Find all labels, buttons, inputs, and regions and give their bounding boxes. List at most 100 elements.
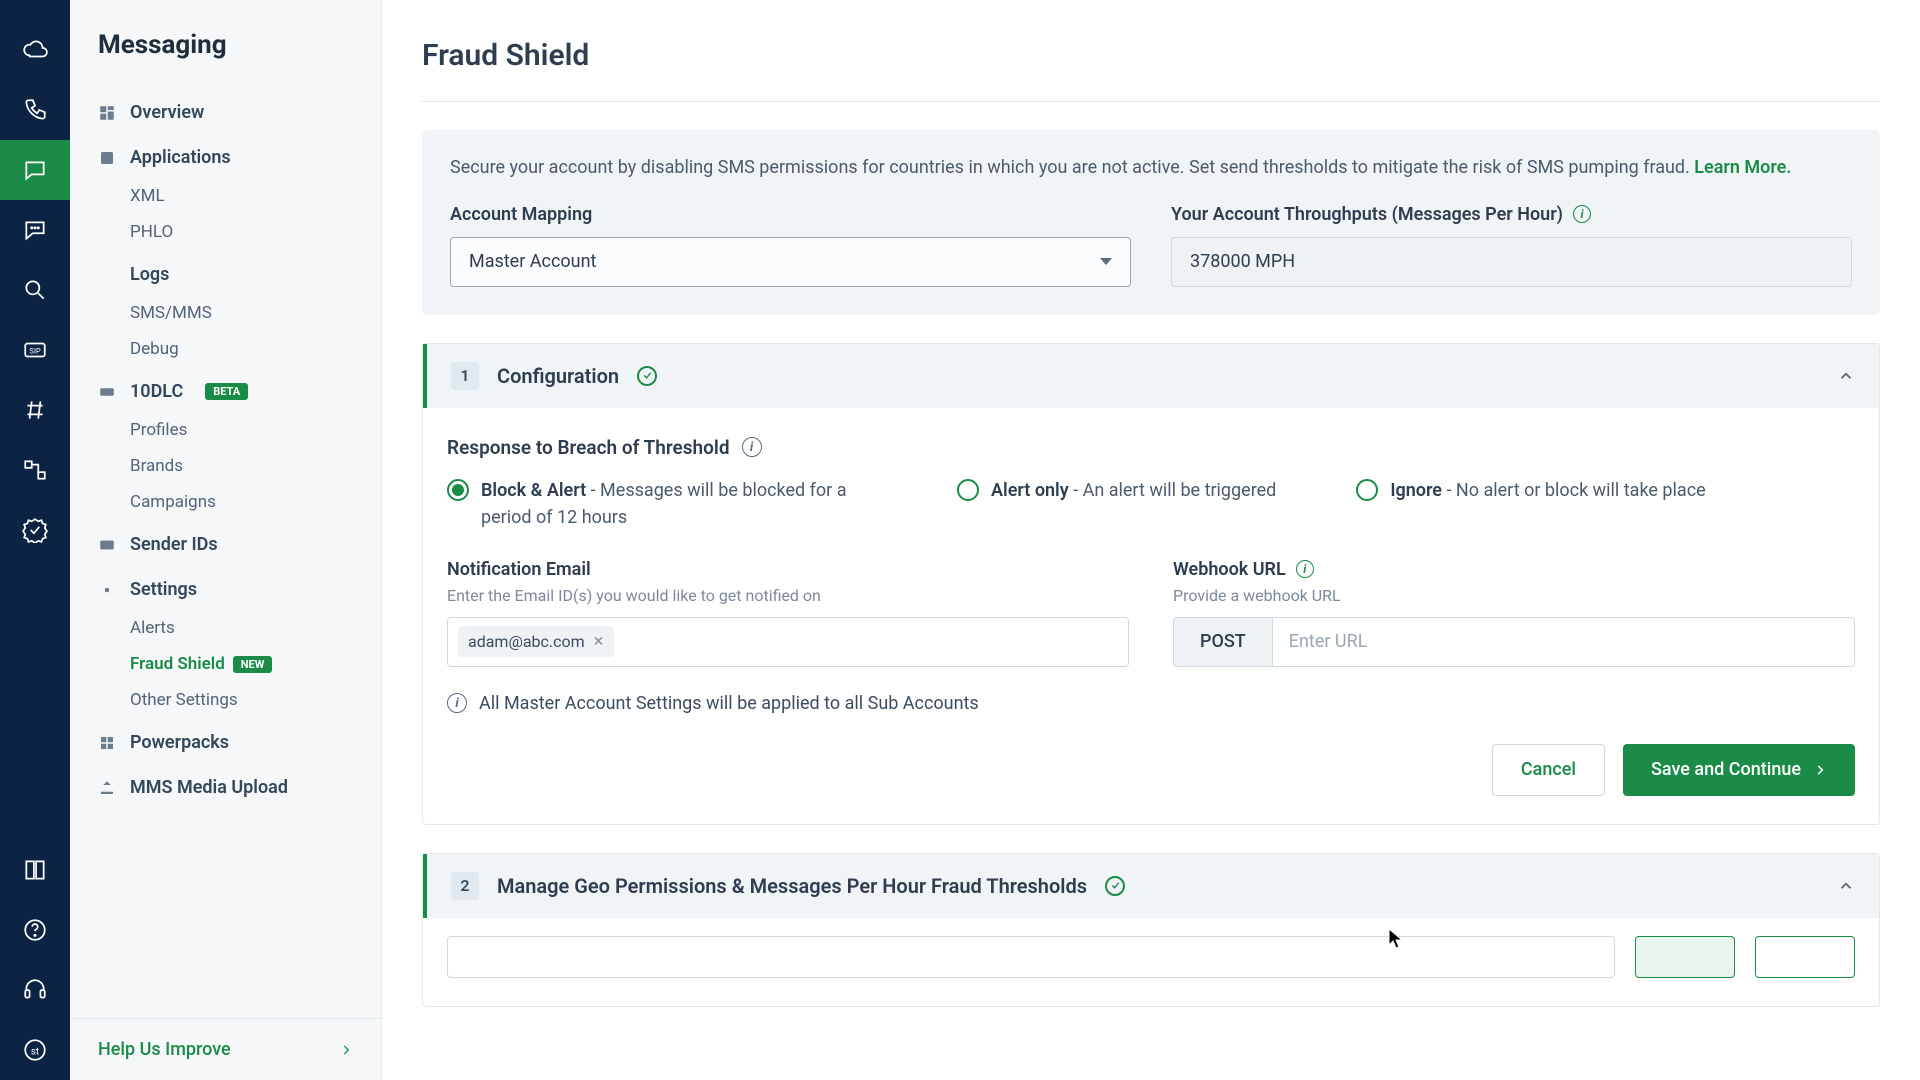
radio-alert-only[interactable]: Alert only - An alert will be triggered <box>957 477 1276 531</box>
remove-tag-icon[interactable]: ✕ <box>593 634 605 650</box>
throughput-label: Your Account Throughputs (Messages Per H… <box>1171 204 1852 225</box>
radio-circle-icon <box>1356 479 1378 501</box>
chevron-up-icon <box>1837 877 1855 895</box>
group-icon <box>98 149 116 167</box>
notification-email-input[interactable]: adam@abc.com✕ <box>447 617 1129 667</box>
sidebar-item-debug[interactable]: Debug <box>70 331 381 367</box>
rail-docs-icon[interactable] <box>0 840 70 900</box>
geo-action-button[interactable] <box>1755 936 1855 978</box>
radio-circle-icon <box>957 479 979 501</box>
icon-rail: SIP st <box>0 0 70 1080</box>
svg-text:SIP: SIP <box>29 346 41 355</box>
account-mapping-label: Account Mapping <box>450 204 1131 225</box>
svg-text:123: 123 <box>103 390 112 396</box>
webhook-method[interactable]: POST <box>1174 618 1273 666</box>
rail-phone-icon[interactable] <box>0 80 70 140</box>
rail-status-icon[interactable]: st <box>0 1020 70 1080</box>
sidebar-group-applications[interactable]: Applications <box>70 133 381 178</box>
intro-card: Secure your account by disabling SMS per… <box>422 130 1880 315</box>
section-geo-header[interactable]: 2 Manage Geo Permissions & Messages Per … <box>423 854 1879 918</box>
info-icon[interactable]: i <box>1573 205 1591 223</box>
sidebar-group-logs[interactable]: Logs <box>70 250 381 295</box>
sidebar-item-sms-mms[interactable]: SMS/MMS <box>70 295 381 331</box>
radio-ignore[interactable]: Ignore - No alert or block will take pla… <box>1356 477 1705 531</box>
sidebar-group-mms-media-upload[interactable]: MMS Media Upload <box>70 763 381 808</box>
chevron-up-icon <box>1837 367 1855 385</box>
group-icon <box>98 266 116 284</box>
notification-email-label: Notification Email <box>447 559 1129 580</box>
group-icon <box>98 581 116 599</box>
rail-messaging-icon[interactable] <box>0 140 70 200</box>
group-icon <box>98 104 116 122</box>
learn-more-link[interactable]: Learn More. <box>1694 157 1791 178</box>
sidebar-item-brands[interactable]: Brands <box>70 448 381 484</box>
badge: NEW <box>233 656 273 673</box>
radio-circle-icon <box>447 479 469 501</box>
rail-flow-icon[interactable] <box>0 440 70 500</box>
rail-chat-icon[interactable] <box>0 200 70 260</box>
caret-down-icon <box>1100 258 1112 265</box>
sidebar-item-other-settings[interactable]: Other Settings <box>70 682 381 718</box>
sidebar-item-alerts[interactable]: Alerts <box>70 610 381 646</box>
sidebar-group-sender-ids[interactable]: Sender IDs <box>70 520 381 565</box>
rail-cloud-icon[interactable] <box>0 20 70 80</box>
email-tag: adam@abc.com✕ <box>458 626 614 657</box>
geo-search-input[interactable] <box>447 936 1615 978</box>
chevron-right-icon <box>339 1043 353 1057</box>
group-icon <box>98 536 116 554</box>
info-icon[interactable]: i <box>742 437 762 457</box>
sidebar-title: Messaging <box>70 0 381 88</box>
rail-support-icon[interactable] <box>0 960 70 1020</box>
sidebar-group-10dlc[interactable]: 12310DLCBETA <box>70 367 381 412</box>
apply-note: i All Master Account Settings will be ap… <box>447 693 1855 714</box>
sidebar-item-phlo[interactable]: PHLO <box>70 214 381 250</box>
webhook-url-hint: Provide a webhook URL <box>1173 586 1855 605</box>
geo-filter-button[interactable] <box>1635 936 1735 978</box>
sidebar-nav: OverviewApplicationsXMLPHLOLogsSMS/MMSDe… <box>70 88 381 1018</box>
rail-sip-icon[interactable]: SIP <box>0 320 70 380</box>
sidebar-item-xml[interactable]: XML <box>70 178 381 214</box>
throughput-value: 378000 MPH <box>1171 237 1852 287</box>
group-icon <box>98 734 116 752</box>
group-icon: 123 <box>98 383 116 401</box>
webhook-url-input[interactable] <box>1273 618 1854 666</box>
webhook-url-label: Webhook URL i <box>1173 559 1855 580</box>
info-icon: i <box>447 693 467 713</box>
rail-help-icon[interactable] <box>0 900 70 960</box>
group-icon <box>98 779 116 797</box>
rail-hash-icon[interactable] <box>0 380 70 440</box>
chevron-right-icon <box>1813 763 1827 777</box>
rail-verified-icon[interactable] <box>0 500 70 560</box>
sidebar-group-overview[interactable]: Overview <box>70 88 381 133</box>
info-icon[interactable]: i <box>1296 560 1314 578</box>
radio-group: Block & Alert - Messages will be blocked… <box>447 477 1855 531</box>
check-icon <box>1105 876 1125 896</box>
check-icon <box>637 366 657 386</box>
rail-search-icon[interactable] <box>0 260 70 320</box>
badge: BETA <box>205 383 248 400</box>
page-title: Fraud Shield <box>422 0 1880 102</box>
help-us-improve[interactable]: Help Us Improve <box>70 1018 381 1080</box>
sidebar: Messaging OverviewApplicationsXMLPHLOLog… <box>70 0 382 1080</box>
step-number: 2 <box>451 872 479 900</box>
cancel-button[interactable]: Cancel <box>1492 744 1605 796</box>
main-content: Fraud Shield Secure your account by disa… <box>382 0 1920 1080</box>
section-title: Manage Geo Permissions & Messages Per Ho… <box>497 874 1087 898</box>
sidebar-group-settings[interactable]: Settings <box>70 565 381 610</box>
save-and-continue-button[interactable]: Save and Continue <box>1623 744 1855 796</box>
sidebar-group-powerpacks[interactable]: Powerpacks <box>70 718 381 763</box>
section-geo-permissions: 2 Manage Geo Permissions & Messages Per … <box>422 853 1880 1007</box>
radio-block-alert[interactable]: Block & Alert - Messages will be blocked… <box>447 477 877 531</box>
svg-text:st: st <box>31 1046 39 1057</box>
response-threshold-label: Response to Breach of Threshold i <box>447 436 1855 459</box>
sidebar-item-fraud-shield[interactable]: Fraud ShieldNEW <box>70 646 381 682</box>
account-mapping-select[interactable]: Master Account <box>450 237 1131 287</box>
section-title: Configuration <box>497 364 619 388</box>
section-configuration: 1 Configuration Response to Breach of Th… <box>422 343 1880 825</box>
intro-text: Secure your account by disabling SMS per… <box>450 154 1852 182</box>
section-configuration-header[interactable]: 1 Configuration <box>423 344 1879 408</box>
sidebar-item-campaigns[interactable]: Campaigns <box>70 484 381 520</box>
sidebar-item-profiles[interactable]: Profiles <box>70 412 381 448</box>
help-label: Help Us Improve <box>98 1039 231 1060</box>
step-number: 1 <box>451 362 479 390</box>
